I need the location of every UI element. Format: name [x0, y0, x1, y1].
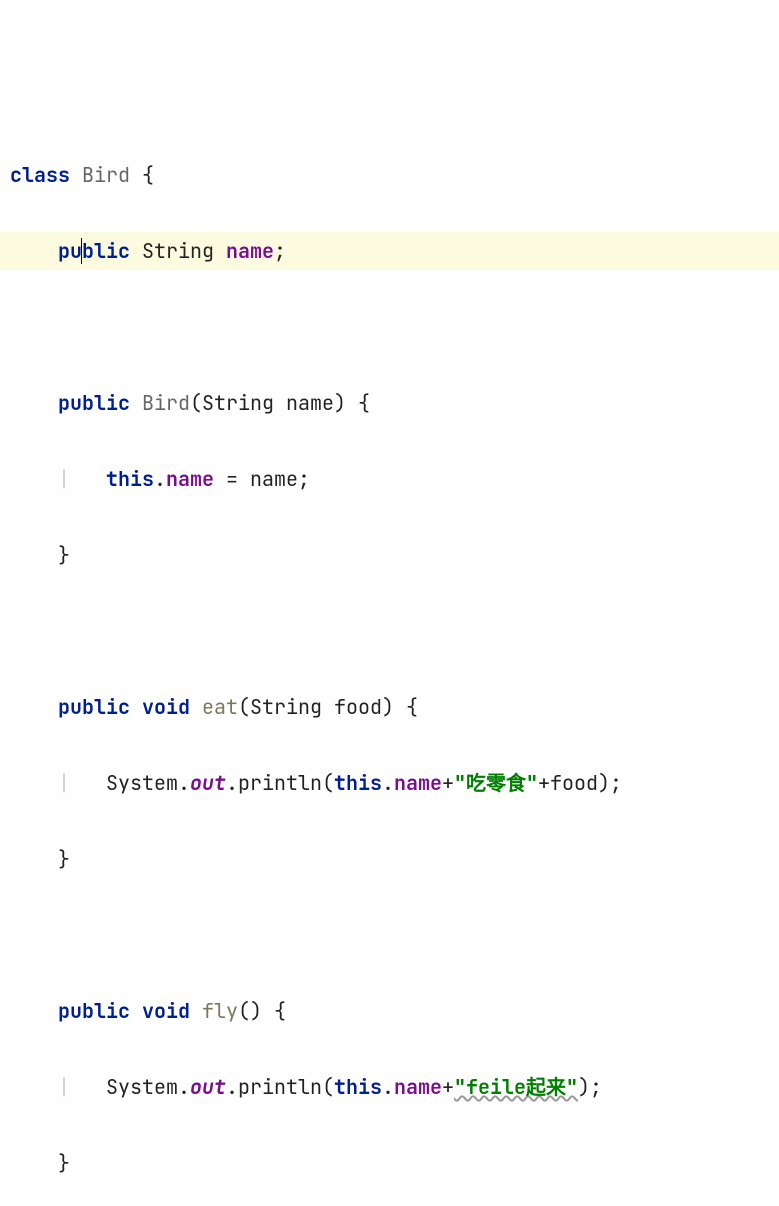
indent-guide: | [58, 770, 70, 796]
field-out: out [190, 1074, 226, 1100]
code-line-8: public void eat(String food) { [0, 688, 779, 726]
field-name: name [394, 770, 442, 796]
type-string: String [130, 238, 226, 264]
keyword-this: this [334, 770, 382, 796]
type-bird: Bird [82, 162, 130, 188]
field-name: name [166, 466, 214, 492]
string-literal: "吃零食" [454, 770, 538, 796]
params: (String name) { [190, 390, 370, 416]
code-line-blank [0, 308, 779, 346]
keyword-this: this [334, 1074, 382, 1100]
system: System. [106, 1074, 190, 1100]
println: .println( [226, 1074, 334, 1100]
constructor-bird: Bird [142, 390, 190, 416]
code-line-blank [0, 916, 779, 954]
code-line-6: } [0, 536, 779, 574]
keyword-class: class [10, 162, 70, 188]
indent-guide: | [58, 1074, 70, 1100]
params: (String food) { [238, 694, 418, 720]
brace: } [58, 542, 70, 568]
keyword-public: pu [58, 238, 82, 264]
field-name: name [226, 238, 274, 264]
brace: } [58, 1150, 70, 1176]
field-name: name [394, 1074, 442, 1100]
brace: { [130, 162, 154, 188]
keyword-public: public [58, 998, 130, 1024]
system: System. [106, 770, 190, 796]
code-line-5: | this.name = name; [0, 460, 779, 498]
code-line-10: } [0, 840, 779, 878]
method-eat: eat [202, 694, 238, 720]
keyword-void: void [130, 694, 202, 720]
string-literal: "feile起来" [454, 1074, 578, 1100]
code-line-9: | System.out.println(this.name+"吃零食"+foo… [0, 764, 779, 802]
keyword-void: void [130, 998, 202, 1024]
keyword-public: public [58, 694, 130, 720]
field-out: out [190, 770, 226, 796]
code-line-blank [0, 612, 779, 650]
indent-guide: | [58, 466, 70, 492]
code-line-4: public Bird(String name) { [0, 384, 779, 422]
keyword-this: this [106, 466, 154, 492]
code-line-13: | System.out.println(this.name+"feile起来"… [0, 1068, 779, 1106]
code-line-2-highlighted: public String name; [0, 232, 779, 270]
keyword-public: public [58, 390, 130, 416]
println: .println( [226, 770, 334, 796]
brace: } [58, 846, 70, 872]
code-line-1: class Bird { [0, 156, 779, 194]
params: () { [238, 998, 286, 1024]
code-line-12: public void fly() { [0, 992, 779, 1030]
code-line-14: } [0, 1144, 779, 1182]
method-fly: fly [202, 998, 238, 1024]
